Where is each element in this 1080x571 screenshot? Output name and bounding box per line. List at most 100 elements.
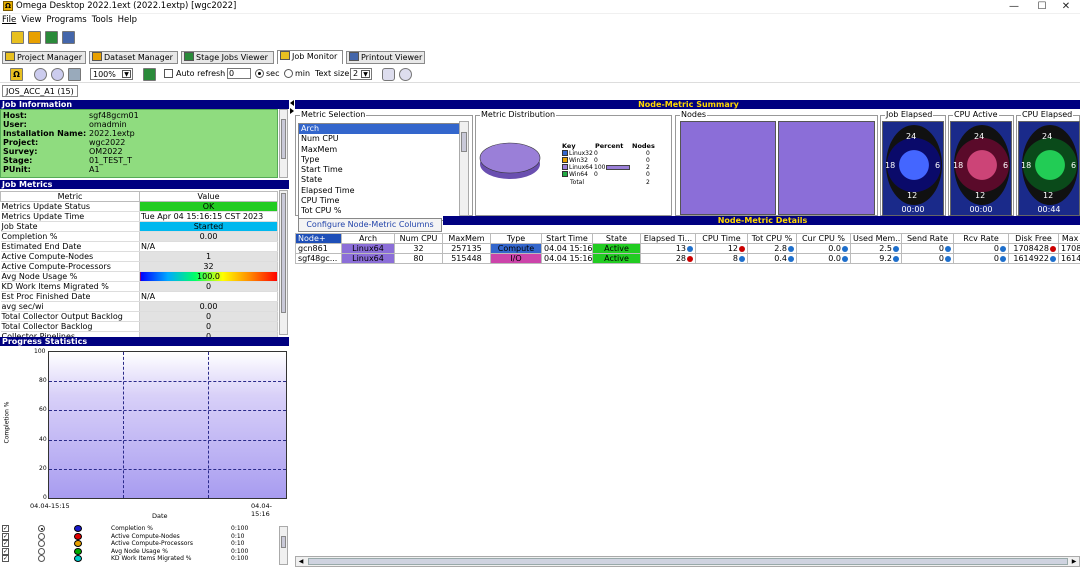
metric-row[interactable]: Job State Started — [0, 221, 278, 232]
column-header[interactable]: State — [592, 233, 641, 244]
metric-list-item[interactable]: Elapsed Time — [299, 186, 462, 196]
column-header[interactable]: Start Time — [541, 233, 593, 244]
column-header[interactable]: Value — [139, 191, 278, 202]
metric-row[interactable]: Total Collector Backlog 0 — [0, 321, 278, 332]
menu-file[interactable]: File — [0, 14, 19, 25]
column-header[interactable]: Rcv Rate — [953, 233, 1009, 244]
legend-checkbox[interactable]: ✓ — [2, 555, 9, 562]
export-icon[interactable] — [382, 68, 395, 81]
column-header[interactable]: Num CPU — [394, 233, 443, 244]
refresh-icon[interactable] — [143, 68, 156, 81]
column-header[interactable]: Metric — [0, 191, 140, 202]
metric-row[interactable]: Completion % 0.00 — [0, 231, 278, 242]
auto-refresh-input[interactable]: 0 — [227, 68, 251, 79]
metric-row[interactable]: Estimated End Date N/A — [0, 241, 278, 252]
expand-right-icon[interactable] — [290, 108, 294, 114]
metric-row[interactable]: Active Compute-Processors 32 — [0, 261, 278, 272]
legend-checkbox[interactable]: ✓ — [2, 532, 9, 540]
metric-row[interactable]: avg sec/wi 0.00 — [0, 301, 278, 312]
column-header[interactable]: Arch — [341, 233, 395, 244]
job-tab[interactable]: JOS_ACC_A1 (15) — [2, 85, 78, 97]
dataset-icon[interactable] — [28, 31, 41, 44]
tab-job-monitor[interactable]: Job Monitor — [277, 50, 343, 64]
metric-list-scrollbar[interactable] — [459, 121, 469, 216]
legend-row[interactable]: ✓ Avg Node Usage % 0:100 — [0, 547, 280, 555]
legend-radio[interactable] — [38, 555, 45, 562]
legend-row[interactable]: ✓ Completion % 0:100 — [0, 525, 280, 532]
metric-list-item[interactable]: State — [299, 175, 462, 185]
metric-row[interactable]: Metrics Update Time Tue Apr 04 15:16:15 C… — [0, 211, 278, 222]
metric-row[interactable]: Avg Node Usage % 100.0 — [0, 271, 278, 282]
metric-row[interactable]: Total Collector Output Backlog 0 — [0, 311, 278, 322]
metric-row[interactable]: KD Work Items Migrated % 0 — [0, 281, 278, 292]
details-horizontal-scrollbar[interactable]: ◀ ▶ — [295, 556, 1080, 567]
scroll-right-icon[interactable]: ▶ — [1069, 557, 1079, 566]
legend-scrollbar[interactable] — [279, 526, 288, 565]
tab-printout-viewer[interactable]: Printout Viewer — [346, 51, 425, 64]
table-row[interactable]: sgf48gc... Linux64 80 515448 I/O 04.04 15:16 A… — [295, 253, 1080, 264]
table-row[interactable]: gcn861 Linux64 32 257135 Compute 04.04 15:16 A… — [295, 243, 1080, 254]
menu-view[interactable]: View — [19, 14, 44, 25]
legend-radio[interactable] — [38, 540, 45, 547]
stage-icon[interactable] — [45, 31, 58, 44]
folder-icon[interactable] — [11, 31, 24, 44]
metric-list-item[interactable]: Type — [299, 155, 462, 165]
metric-row[interactable]: Active Compute-Nodes 1 — [0, 251, 278, 262]
column-header[interactable]: Type — [490, 233, 542, 244]
configure-columns-button[interactable]: Configure Node-Metric Columns — [298, 218, 442, 232]
minimize-button[interactable]: — — [1000, 0, 1028, 14]
scroll-thumb[interactable] — [281, 536, 286, 548]
close-button[interactable]: ✕ — [1052, 0, 1080, 14]
metric-row[interactable]: Est Proc Finished Date N/A — [0, 291, 278, 302]
scroll-thumb[interactable] — [281, 119, 286, 159]
zoom-out-icon[interactable] — [51, 68, 64, 81]
metrics-scrollbar[interactable] — [279, 190, 288, 335]
column-header[interactable]: Cur CPU % — [796, 233, 851, 244]
legend-row[interactable]: ✓ Active Compute-Processors 0:10 — [0, 540, 280, 547]
legend-checkbox[interactable]: ✓ — [2, 547, 9, 555]
legend-checkbox[interactable]: ✓ — [2, 525, 9, 532]
metric-list-item[interactable]: CPU Time — [299, 196, 462, 206]
metric-list-item[interactable]: Start Time — [299, 165, 462, 175]
column-header[interactable]: Max D — [1058, 233, 1080, 244]
metric-list-item[interactable]: Num CPU — [299, 134, 462, 144]
sec-radio[interactable] — [255, 69, 264, 78]
menu-tools[interactable]: Tools — [90, 14, 116, 25]
tab-stage-jobs-viewer[interactable]: Stage Jobs Viewer — [181, 51, 274, 64]
column-header[interactable]: Used Mem... — [850, 233, 902, 244]
node-block[interactable] — [778, 121, 875, 215]
zoom-fit-icon[interactable] — [68, 68, 81, 81]
omega-icon[interactable]: Ω — [10, 68, 23, 81]
min-radio[interactable] — [284, 69, 293, 78]
info-scrollbar[interactable] — [279, 109, 288, 178]
column-header[interactable]: Node+ — [295, 233, 342, 244]
auto-refresh-checkbox[interactable] — [164, 69, 173, 78]
tab-project-manager[interactable]: Project Manager — [2, 51, 86, 64]
zoom-in-icon[interactable] — [34, 68, 47, 81]
legend-checkbox[interactable]: ✓ — [2, 540, 9, 547]
settings-icon[interactable] — [399, 68, 412, 81]
column-header[interactable]: Send Rate — [901, 233, 954, 244]
metric-row[interactable]: Metrics Update Status OK — [0, 201, 278, 212]
legend-radio[interactable] — [38, 532, 45, 540]
column-header[interactable]: Tot CPU % — [747, 233, 797, 244]
zoom-select[interactable]: 100% ▼ — [90, 68, 133, 80]
column-header[interactable]: Disk Free — [1008, 233, 1059, 244]
column-header[interactable]: CPU Time — [695, 233, 748, 244]
menu-programs[interactable]: Programs — [44, 14, 89, 25]
metric-list[interactable]: Arch Num CPU MaxMem Type Start Time State Elap… — [298, 123, 463, 221]
legend-radio[interactable] — [38, 547, 45, 555]
collapse-left-icon[interactable] — [290, 100, 294, 106]
menu-help[interactable]: Help — [116, 14, 140, 25]
column-header[interactable]: Elapsed Ti... — [640, 233, 696, 244]
tab-dataset-manager[interactable]: Dataset Manager — [89, 51, 178, 64]
scroll-left-icon[interactable]: ◀ — [296, 557, 306, 566]
legend-row[interactable]: ✓ Active Compute-Nodes 0:10 — [0, 532, 280, 540]
scroll-thumb[interactable] — [461, 132, 467, 152]
node-block[interactable] — [680, 121, 776, 215]
scroll-thumb[interactable] — [308, 558, 1068, 565]
metric-list-item[interactable]: MaxMem — [299, 145, 462, 155]
metric-list-item[interactable]: Arch — [299, 124, 462, 135]
column-header[interactable]: MaxMem — [442, 233, 491, 244]
text-size-select[interactable]: 2 ▼ — [350, 68, 372, 80]
